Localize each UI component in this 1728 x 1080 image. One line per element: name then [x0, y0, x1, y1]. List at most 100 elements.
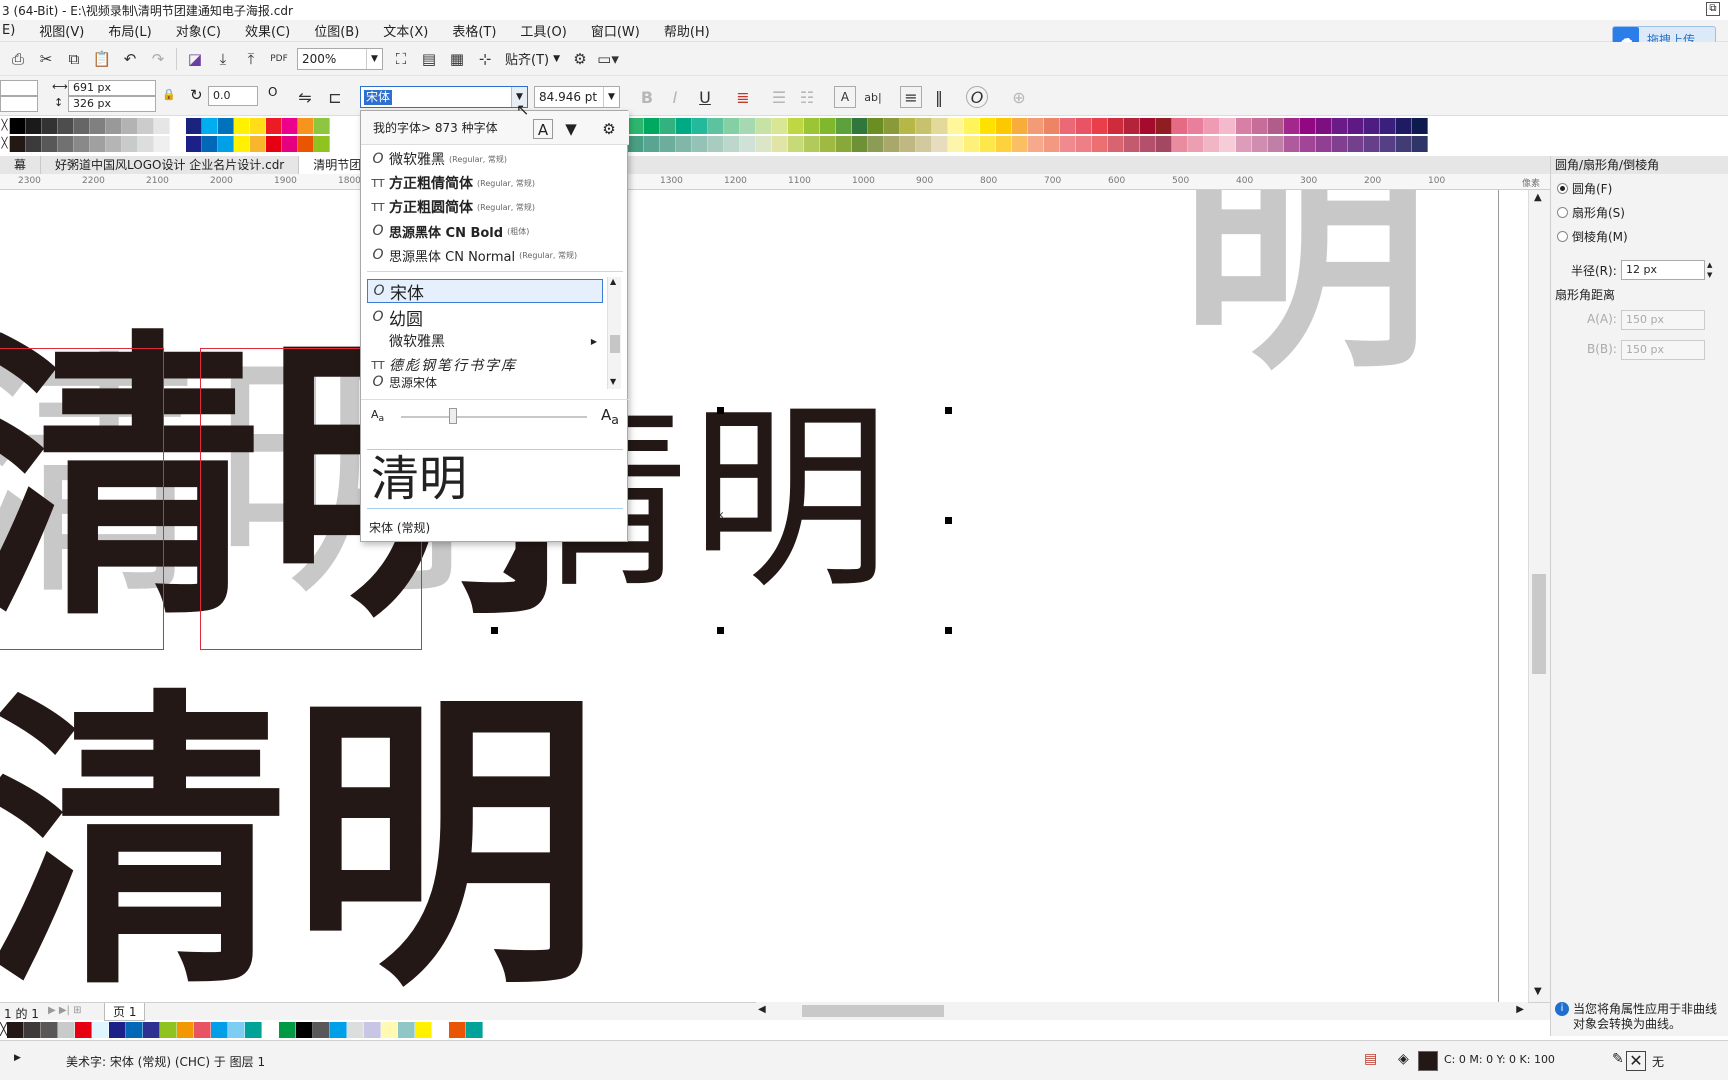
- color-swatch[interactable]: [398, 1022, 416, 1038]
- print-icon[interactable]: ⎙: [7, 48, 29, 70]
- color-swatch[interactable]: [10, 136, 26, 152]
- menu-tools[interactable]: 工具(O): [508, 21, 578, 40]
- font-playground-icon[interactable]: A: [533, 119, 553, 139]
- chevron-down-icon[interactable]: ▼: [1534, 986, 1542, 997]
- distance-b-input[interactable]: 150 px: [1621, 340, 1705, 360]
- selection-handle[interactable]: [945, 517, 952, 524]
- color-swatch[interactable]: [1124, 136, 1140, 152]
- color-swatch[interactable]: [234, 136, 250, 152]
- color-swatch[interactable]: [676, 136, 692, 152]
- color-swatch[interactable]: [708, 118, 724, 134]
- color-swatch[interactable]: [74, 136, 90, 152]
- color-swatch[interactable]: [948, 118, 964, 134]
- cut-icon[interactable]: ✂: [35, 48, 57, 70]
- color-swatch[interactable]: [186, 136, 202, 152]
- rotation-angle-field[interactable]: 0.0: [208, 86, 258, 106]
- zoom-level-select[interactable]: 200% ▼: [297, 47, 383, 70]
- full-screen-icon[interactable]: ⛶: [390, 48, 412, 70]
- color-swatch[interactable]: [228, 1022, 246, 1038]
- edit-text-icon[interactable]: ab|: [862, 86, 884, 108]
- color-swatch[interactable]: [1236, 136, 1252, 152]
- color-swatch[interactable]: [980, 118, 996, 134]
- color-swatch[interactable]: [740, 118, 756, 134]
- color-swatch[interactable]: [708, 136, 724, 152]
- color-swatch[interactable]: [1044, 118, 1060, 134]
- color-swatch[interactable]: [996, 118, 1012, 134]
- color-swatch[interactable]: [106, 118, 122, 134]
- import-icon[interactable]: ⤓: [212, 48, 234, 70]
- spinner-icon[interactable]: ▲ ▼: [1707, 260, 1712, 280]
- paste-icon[interactable]: 📋: [91, 48, 113, 70]
- chevron-up-icon[interactable]: ▲: [1534, 192, 1542, 203]
- color-swatch[interactable]: [1108, 136, 1124, 152]
- color-swatch[interactable]: [282, 136, 298, 152]
- add-icon[interactable]: ⊕: [1008, 86, 1030, 108]
- color-swatch[interactable]: [1156, 118, 1172, 134]
- color-swatch[interactable]: [1140, 136, 1156, 152]
- show-rulers-icon[interactable]: ▤: [418, 48, 440, 70]
- art-text-bottom[interactable]: 清明: [0, 690, 600, 1000]
- font-item[interactable]: TT 德彪钢笔行书字库: [367, 353, 603, 377]
- chevron-up-icon[interactable]: ▲: [610, 277, 616, 286]
- color-swatch[interactable]: [740, 136, 756, 152]
- font-item-recent[interactable]: TT 方正粗倩简体 (Regular, 常规): [367, 171, 603, 195]
- chevron-right-icon[interactable]: ▶: [1516, 1004, 1524, 1015]
- color-swatch[interactable]: [948, 136, 964, 152]
- color-swatch[interactable]: [1412, 118, 1428, 134]
- color-swatch[interactable]: [194, 1022, 212, 1038]
- color-swatch[interactable]: [660, 136, 676, 152]
- color-swatch[interactable]: [820, 136, 836, 152]
- color-swatch[interactable]: [26, 118, 42, 134]
- color-swatch[interactable]: [996, 136, 1012, 152]
- no-color-swatch[interactable]: ╳: [0, 136, 10, 152]
- selection-handle[interactable]: [717, 407, 724, 414]
- color-swatch[interactable]: [884, 118, 900, 134]
- color-swatch[interactable]: [756, 118, 772, 134]
- menu-view[interactable]: 视图(V): [27, 21, 96, 40]
- color-swatch[interactable]: [628, 136, 644, 152]
- color-swatch[interactable]: [1012, 118, 1028, 134]
- color-swatch[interactable]: [660, 118, 676, 134]
- color-swatch[interactable]: [916, 118, 932, 134]
- color-swatch[interactable]: [1140, 118, 1156, 134]
- color-swatch[interactable]: [676, 118, 692, 134]
- color-swatch[interactable]: [788, 136, 804, 152]
- color-swatch[interactable]: [692, 136, 708, 152]
- color-swatch[interactable]: [381, 1022, 399, 1038]
- color-swatch[interactable]: [245, 1022, 263, 1038]
- window-restore-button[interactable]: ⧉: [1706, 2, 1720, 16]
- tab-document-2[interactable]: 好粥道中国风LOGO设计 企业名片设计.cdr: [41, 156, 300, 174]
- color-swatch[interactable]: [1284, 118, 1300, 134]
- show-grid-icon[interactable]: ▦: [446, 48, 468, 70]
- color-swatch[interactable]: [170, 136, 186, 152]
- color-swatch[interactable]: [772, 136, 788, 152]
- color-swatch[interactable]: [1044, 136, 1060, 152]
- slider-track[interactable]: [401, 416, 587, 418]
- color-swatch[interactable]: [449, 1022, 467, 1038]
- font-item-recent[interactable]: TT 方正粗圆简体 (Regular, 常规): [367, 195, 603, 219]
- color-swatch[interactable]: [234, 118, 250, 134]
- font-list-scrollbar[interactable]: ▲ ▼: [607, 277, 621, 389]
- no-outline-icon[interactable]: ✕: [1626, 1051, 1646, 1071]
- filter-icon[interactable]: ▼: [561, 119, 581, 139]
- color-swatch[interactable]: [1380, 136, 1396, 152]
- color-swatch[interactable]: [1252, 136, 1268, 152]
- color-swatch[interactable]: [90, 136, 106, 152]
- rotation-center-icon[interactable]: ×: [716, 510, 724, 521]
- selection-handle[interactable]: [945, 627, 952, 634]
- color-swatch[interactable]: [90, 118, 106, 134]
- selection-handle[interactable]: [491, 627, 498, 634]
- scrollbar-thumb[interactable]: [1532, 574, 1546, 674]
- publish-pdf-icon[interactable]: PDF: [268, 48, 290, 70]
- color-swatch[interactable]: [1332, 118, 1348, 134]
- menu-layout[interactable]: 布局(L): [96, 21, 163, 40]
- color-swatch[interactable]: [1316, 118, 1332, 134]
- color-swatch[interactable]: [884, 136, 900, 152]
- color-swatch[interactable]: [756, 136, 772, 152]
- color-swatch[interactable]: [250, 118, 266, 134]
- text-align-icon[interactable]: ⊏: [324, 86, 346, 108]
- color-swatch[interactable]: [628, 118, 644, 134]
- font-item-recent[interactable]: O 微软雅黑 (Regular, 常规): [367, 147, 603, 171]
- vertical-text-icon[interactable]: ‖: [928, 86, 950, 108]
- color-swatch[interactable]: [1204, 118, 1220, 134]
